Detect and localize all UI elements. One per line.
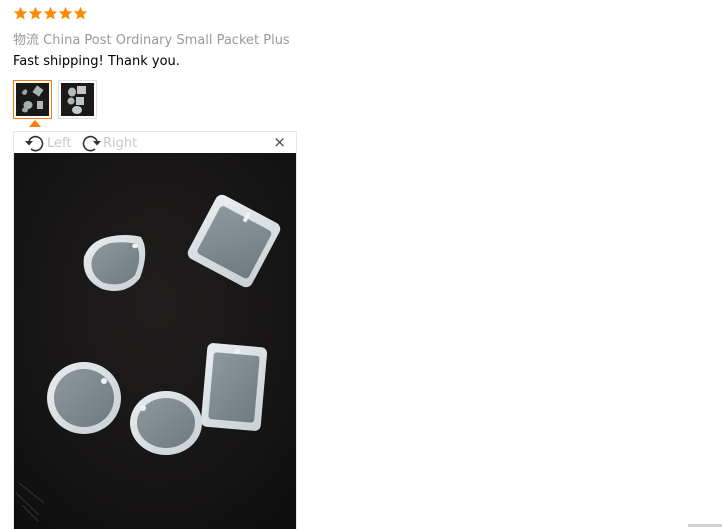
rotate-left-icon [25,135,44,152]
star-icon [13,6,28,20]
round-pendant [47,362,121,434]
thumbnail-image [61,83,94,116]
star-icon [43,6,58,20]
shipping-prefix: 物流 [13,33,40,48]
image-viewer: Left Right × [13,131,297,529]
shipping-info: 物流 China Post Ordinary Small Packet Plus [13,29,290,48]
shipping-method: China Post Ordinary Small Packet Plus [43,33,290,48]
review-photo-image [14,153,296,529]
rotate-right-icon [82,135,101,152]
review-photo [14,153,296,529]
viewer-toolbar: Left Right × [14,132,296,153]
star-rating [13,6,88,24]
star-icon [58,6,73,20]
oval-pendant [130,391,202,455]
rotate-right-label: Right [103,135,138,151]
rectangle-pendant [200,343,268,431]
selected-thumbnail-indicator [29,120,41,127]
review-text: Fast shipping! Thank you. [13,54,180,69]
rotate-right-button[interactable]: Right [80,133,137,153]
thumbnail-strip [13,80,97,119]
rotate-left-label: Left [47,135,72,151]
star-icon [73,6,88,20]
close-icon[interactable]: × [273,135,286,150]
thumbnail-photo-1[interactable] [13,80,52,119]
thumbnail-photo-2[interactable] [58,80,97,119]
thumbnail-image [16,83,49,116]
scroll-indicator [688,524,722,527]
star-icon [28,6,43,20]
rotate-left-button[interactable]: Left [24,133,71,153]
